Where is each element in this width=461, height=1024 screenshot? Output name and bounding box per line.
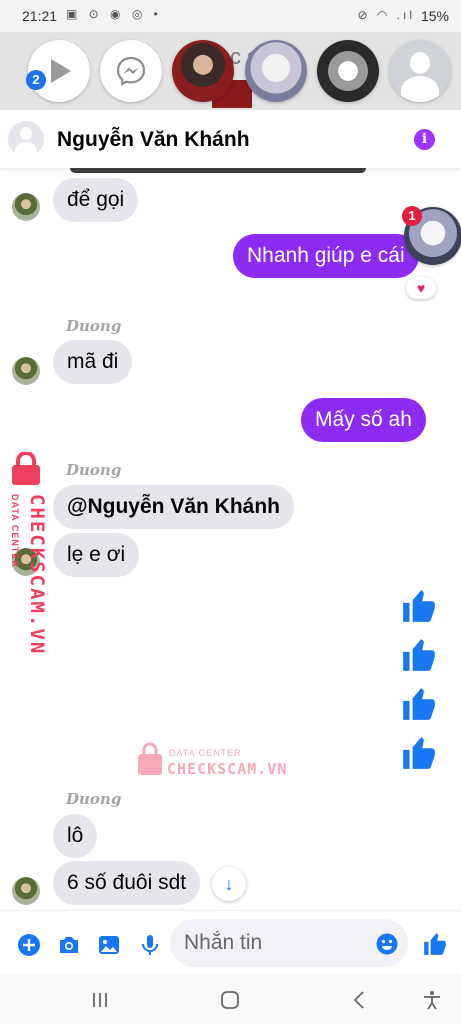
contact-name[interactable]: Nguyễn Văn Khánh (57, 128, 250, 152)
back-icon[interactable] (348, 990, 372, 1010)
status-bar: 21:21 ▣ ⊙ ◉ ◎ • ⊘ ◠ .ıl 15% (0, 0, 461, 32)
message-incoming[interactable]: 6 số đuôi sdt (53, 861, 201, 905)
chat-head-avatar[interactable] (172, 40, 234, 102)
add-icon[interactable] (17, 933, 41, 957)
battery-level: 15% (420, 8, 449, 24)
message-composer (0, 910, 461, 972)
sender-name: Duong (66, 461, 122, 479)
message-incoming[interactable]: mã đi (53, 340, 133, 384)
contact-avatar[interactable] (8, 121, 44, 157)
sender-avatar[interactable] (12, 357, 40, 385)
chat-head-avatar[interactable] (245, 40, 307, 102)
home-icon[interactable] (218, 990, 242, 1010)
chat-heads-bar: c sc m. 2 (0, 32, 461, 110)
scroll-down-icon[interactable]: ↓ (212, 867, 246, 901)
lock-icon (138, 742, 162, 775)
info-icon[interactable]: i (414, 129, 435, 150)
message-outgoing[interactable]: Nhanh giúp e cái (233, 234, 419, 278)
watermark-sub: DATA CENTER (10, 494, 20, 568)
dark-strip (70, 168, 366, 173)
navigation-bar (0, 974, 461, 1024)
like-icon[interactable] (400, 587, 438, 625)
watermark-center: DATA CENTER CHECKSCAM.VN (137, 740, 297, 780)
accessibility-icon[interactable] (420, 990, 444, 1010)
like-icon[interactable] (400, 685, 438, 723)
avatar-silhouette-body (15, 142, 37, 157)
message-incoming[interactable]: lô (53, 814, 98, 858)
avatar-silhouette-head (410, 52, 430, 74)
camera-icon[interactable] (57, 933, 81, 957)
watermark-sub: DATA CENTER (169, 748, 242, 758)
sender-avatar[interactable] (12, 193, 40, 221)
watermark-brand: CHECKSCAM.VN (26, 494, 48, 656)
unread-count-badge: 2 (26, 70, 46, 90)
like-icon[interactable] (422, 931, 448, 957)
sender-name: Duong (66, 317, 122, 335)
sender-avatar[interactable] (12, 877, 40, 905)
message-incoming[interactable]: để gọi (53, 178, 139, 222)
floating-unread-badge: 1 (402, 206, 422, 226)
message-input[interactable] (184, 928, 364, 958)
signal-wifi-icons: ⊘ ◠ .ıl (357, 8, 415, 22)
watermark-brand: CHECKSCAM.VN (167, 760, 288, 778)
chat-header: Nguyễn Văn Khánh i (0, 110, 461, 168)
sender-name: Duong (66, 790, 122, 808)
watermark-vertical: DATA CENTER CHECKSCAM.VN (4, 452, 48, 655)
status-time: 21:21 (22, 8, 58, 24)
like-icon[interactable] (400, 734, 438, 772)
microphone-icon[interactable] (138, 933, 162, 957)
messenger-icon (116, 56, 146, 86)
messenger-chat-head[interactable] (100, 40, 162, 102)
chat-head-avatar-default[interactable] (389, 40, 451, 102)
message-incoming[interactable]: lẹ e ơi (53, 533, 140, 577)
notification-icons: ▣ ⊙ ◉ ◎ • (66, 7, 162, 21)
gallery-icon[interactable] (97, 933, 121, 957)
header-peek-strip (0, 168, 461, 176)
avatar-silhouette-body (401, 76, 439, 102)
message-outgoing[interactable]: Mấy số ah (301, 398, 426, 442)
chat-head-avatar[interactable] (317, 40, 379, 102)
emoji-icon[interactable] (376, 933, 398, 955)
message-incoming[interactable]: @Nguyễn Văn Khánh (53, 485, 294, 529)
recent-apps-icon[interactable] (88, 990, 112, 1010)
message-input-wrapper[interactable] (170, 919, 408, 967)
heart-reaction-icon[interactable]: ♥ (406, 277, 436, 299)
avatar-silhouette-head (20, 127, 32, 140)
lock-icon (12, 452, 40, 485)
like-icon[interactable] (400, 636, 438, 674)
play-icon (51, 59, 71, 83)
